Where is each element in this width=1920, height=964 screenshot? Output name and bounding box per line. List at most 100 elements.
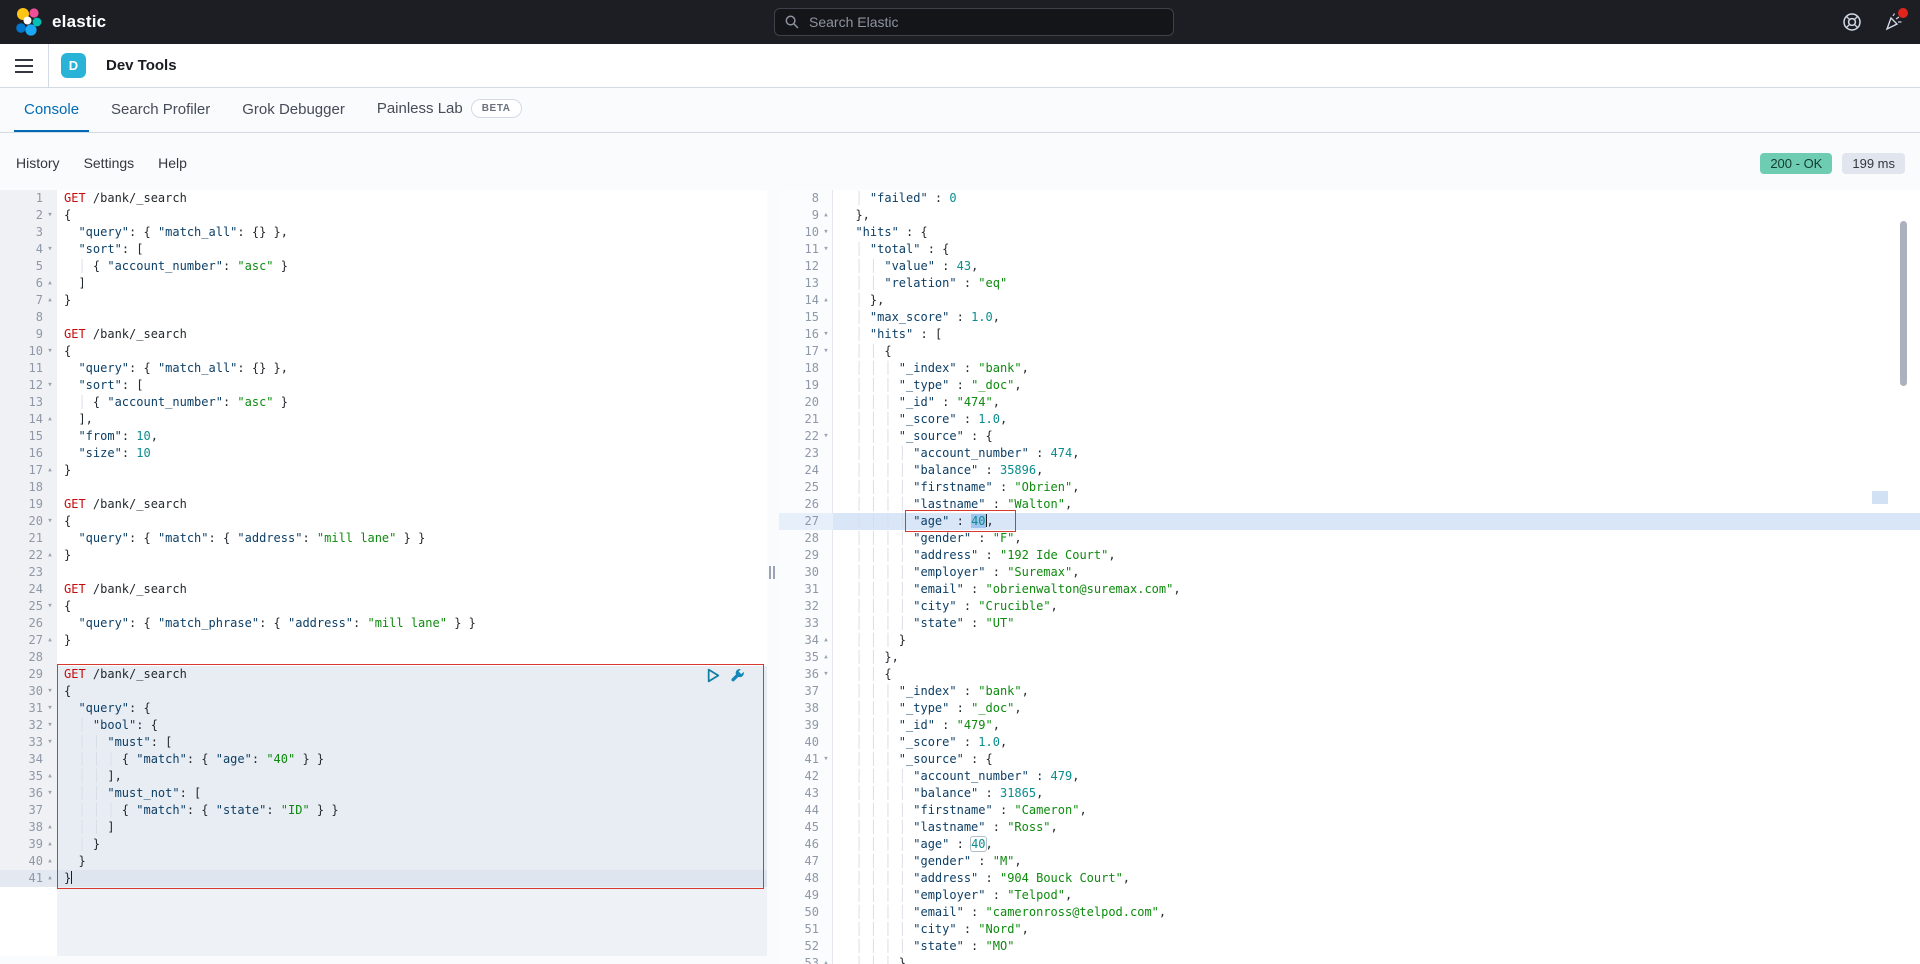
request-line[interactable]: 4▾ "sort": [ — [0, 241, 767, 258]
fold-toggle-icon[interactable]: ▴ — [43, 853, 57, 870]
response-line[interactable]: 52 │ │ │ │ "state" : "MO" — [779, 938, 1920, 955]
request-line[interactable]: 30▾{ — [0, 683, 767, 700]
request-line[interactable]: 29GET /bank/_search — [0, 666, 767, 683]
fold-toggle-icon[interactable]: ▴ — [819, 632, 833, 649]
fold-toggle-icon[interactable]: ▴ — [819, 955, 833, 964]
response-line[interactable]: 27 │ │ │ │ "age" : 40, — [779, 513, 1920, 530]
fold-toggle-icon[interactable]: ▾ — [819, 428, 833, 445]
fold-toggle-icon[interactable]: ▾ — [43, 343, 57, 360]
fold-toggle-icon[interactable]: ▴ — [43, 836, 57, 853]
fold-toggle-icon[interactable]: ▾ — [819, 343, 833, 360]
request-line[interactable]: 35▴ │ │ ], — [0, 768, 767, 785]
response-line[interactable]: 45 │ │ │ │ "lastname" : "Ross", — [779, 819, 1920, 836]
request-line[interactable]: 16 "size": 10 — [0, 445, 767, 462]
tab-painless-lab[interactable]: Painless LabBETA — [367, 86, 532, 132]
request-line[interactable]: 27▴} — [0, 632, 767, 649]
fold-toggle-icon[interactable]: ▾ — [43, 513, 57, 530]
response-line[interactable]: 39 │ │ │ "_id" : "479", — [779, 717, 1920, 734]
response-viewer-pane[interactable]: 8 │ "failed" : 09▴ },10▾ "hits" : {11▾ │… — [779, 190, 1920, 964]
response-line[interactable]: 9▴ }, — [779, 207, 1920, 224]
response-line[interactable]: 11▾ │ "total" : { — [779, 241, 1920, 258]
response-line[interactable]: 19 │ │ │ "_type" : "_doc", — [779, 377, 1920, 394]
editor-empty-area[interactable] — [57, 887, 767, 956]
response-line[interactable]: 47 │ │ │ │ "gender" : "M", — [779, 853, 1920, 870]
response-line[interactable]: 20 │ │ │ "_id" : "474", — [779, 394, 1920, 411]
request-line[interactable]: 3 "query": { "match_all": {} }, — [0, 224, 767, 241]
request-editor-pane[interactable]: 1GET /bank/_search2▾{3 "query": { "match… — [0, 190, 767, 964]
fold-toggle-icon[interactable]: ▴ — [819, 292, 833, 309]
resize-handle-icon[interactable] — [769, 566, 777, 579]
pane-resize-divider[interactable] — [767, 190, 779, 964]
request-line[interactable]: 21 "query": { "match": { "address": "mil… — [0, 530, 767, 547]
fold-toggle-icon[interactable]: ▾ — [43, 241, 57, 258]
tab-console[interactable]: Console — [14, 88, 89, 132]
request-line[interactable]: 17▴} — [0, 462, 767, 479]
space-avatar[interactable]: D — [61, 53, 86, 78]
request-line[interactable]: 11 "query": { "match_all": {} }, — [0, 360, 767, 377]
fold-toggle-icon[interactable]: ▴ — [43, 275, 57, 292]
response-line[interactable]: 30 │ │ │ │ "employer" : "Suremax", — [779, 564, 1920, 581]
response-line[interactable]: 13 │ │ "relation" : "eq" — [779, 275, 1920, 292]
request-line[interactable]: 7▴} — [0, 292, 767, 309]
request-line[interactable]: 23 — [0, 564, 767, 581]
fold-toggle-icon[interactable]: ▾ — [819, 751, 833, 768]
fold-toggle-icon[interactable]: ▾ — [43, 377, 57, 394]
response-line[interactable]: 36▾ │ │ { — [779, 666, 1920, 683]
fold-toggle-icon[interactable]: ▾ — [43, 734, 57, 751]
response-line[interactable]: 22▾ │ │ │ "_source" : { — [779, 428, 1920, 445]
response-line[interactable]: 53▴ │ │ │ } — [779, 955, 1920, 964]
request-line[interactable]: 36▾ │ │ "must_not": [ — [0, 785, 767, 802]
request-line[interactable]: 6▴ ] — [0, 275, 767, 292]
request-line[interactable]: 37 │ │ │ { "match": { "state": "ID" } } — [0, 802, 767, 819]
response-line[interactable]: 32 │ │ │ │ "city" : "Crucible", — [779, 598, 1920, 615]
response-line[interactable]: 24 │ │ │ │ "balance" : 35896, — [779, 462, 1920, 479]
request-line[interactable]: 22▴} — [0, 547, 767, 564]
response-line[interactable]: 34▴ │ │ │ } — [779, 632, 1920, 649]
request-line[interactable]: 2▾{ — [0, 207, 767, 224]
request-line[interactable]: 32▾ │ "bool": { — [0, 717, 767, 734]
response-line[interactable]: 40 │ │ │ "_score" : 1.0, — [779, 734, 1920, 751]
response-line[interactable]: 37 │ │ │ "_index" : "bank", — [779, 683, 1920, 700]
response-line[interactable]: 29 │ │ │ │ "address" : "192 Ide Court", — [779, 547, 1920, 564]
fold-toggle-icon[interactable]: ▴ — [43, 870, 57, 887]
response-line[interactable]: 17▾ │ │ { — [779, 343, 1920, 360]
request-line[interactable]: 20▾{ — [0, 513, 767, 530]
response-line[interactable]: 10▾ "hits" : { — [779, 224, 1920, 241]
response-line[interactable]: 35▴ │ │ }, — [779, 649, 1920, 666]
search-input[interactable] — [807, 13, 1141, 31]
fold-toggle-icon[interactable]: ▴ — [43, 411, 57, 428]
response-line[interactable]: 50 │ │ │ │ "email" : "cameronross@telpod… — [779, 904, 1920, 921]
fold-toggle-icon[interactable]: ▴ — [43, 462, 57, 479]
request-line[interactable]: 24GET /bank/_search — [0, 581, 767, 598]
request-line[interactable]: 8 — [0, 309, 767, 326]
newsfeed-button[interactable] — [1884, 12, 1904, 32]
fold-toggle-icon[interactable]: ▾ — [43, 785, 57, 802]
elastic-brand[interactable]: elastic — [14, 7, 106, 37]
request-options-wrench-icon[interactable] — [730, 668, 745, 683]
request-line[interactable]: 38▴ │ │ ] — [0, 819, 767, 836]
fold-toggle-icon[interactable]: ▴ — [43, 292, 57, 309]
fold-toggle-icon[interactable]: ▾ — [43, 598, 57, 615]
fold-toggle-icon[interactable]: ▾ — [819, 241, 833, 258]
request-line[interactable]: 15 "from": 10, — [0, 428, 767, 445]
response-line[interactable]: 25 │ │ │ │ "firstname" : "Obrien", — [779, 479, 1920, 496]
response-line[interactable]: 44 │ │ │ │ "firstname" : "Cameron", — [779, 802, 1920, 819]
request-line[interactable]: 28 — [0, 649, 767, 666]
request-line[interactable]: 25▾{ — [0, 598, 767, 615]
request-line[interactable]: 40▴ } — [0, 853, 767, 870]
fold-toggle-icon[interactable]: ▾ — [819, 666, 833, 683]
help-button[interactable] — [1842, 12, 1862, 32]
response-line[interactable]: 28 │ │ │ │ "gender" : "F", — [779, 530, 1920, 547]
request-line[interactable]: 39▴ │ } — [0, 836, 767, 853]
tab-grok-debugger[interactable]: Grok Debugger — [232, 88, 355, 132]
request-line[interactable]: 31▾ "query": { — [0, 700, 767, 717]
request-line[interactable]: 34 │ │ │ { "match": { "age": "40" } } — [0, 751, 767, 768]
response-line[interactable]: 51 │ │ │ │ "city" : "Nord", — [779, 921, 1920, 938]
response-line[interactable]: 26 │ │ │ │ "lastname" : "Walton", — [779, 496, 1920, 513]
request-line[interactable]: 12▾ "sort": [ — [0, 377, 767, 394]
fold-toggle-icon[interactable]: ▴ — [43, 768, 57, 785]
response-line[interactable]: 21 │ │ │ "_score" : 1.0, — [779, 411, 1920, 428]
response-line[interactable]: 49 │ │ │ │ "employer" : "Telpod", — [779, 887, 1920, 904]
fold-toggle-icon[interactable]: ▾ — [43, 700, 57, 717]
response-line[interactable]: 23 │ │ │ │ "account_number" : 474, — [779, 445, 1920, 462]
